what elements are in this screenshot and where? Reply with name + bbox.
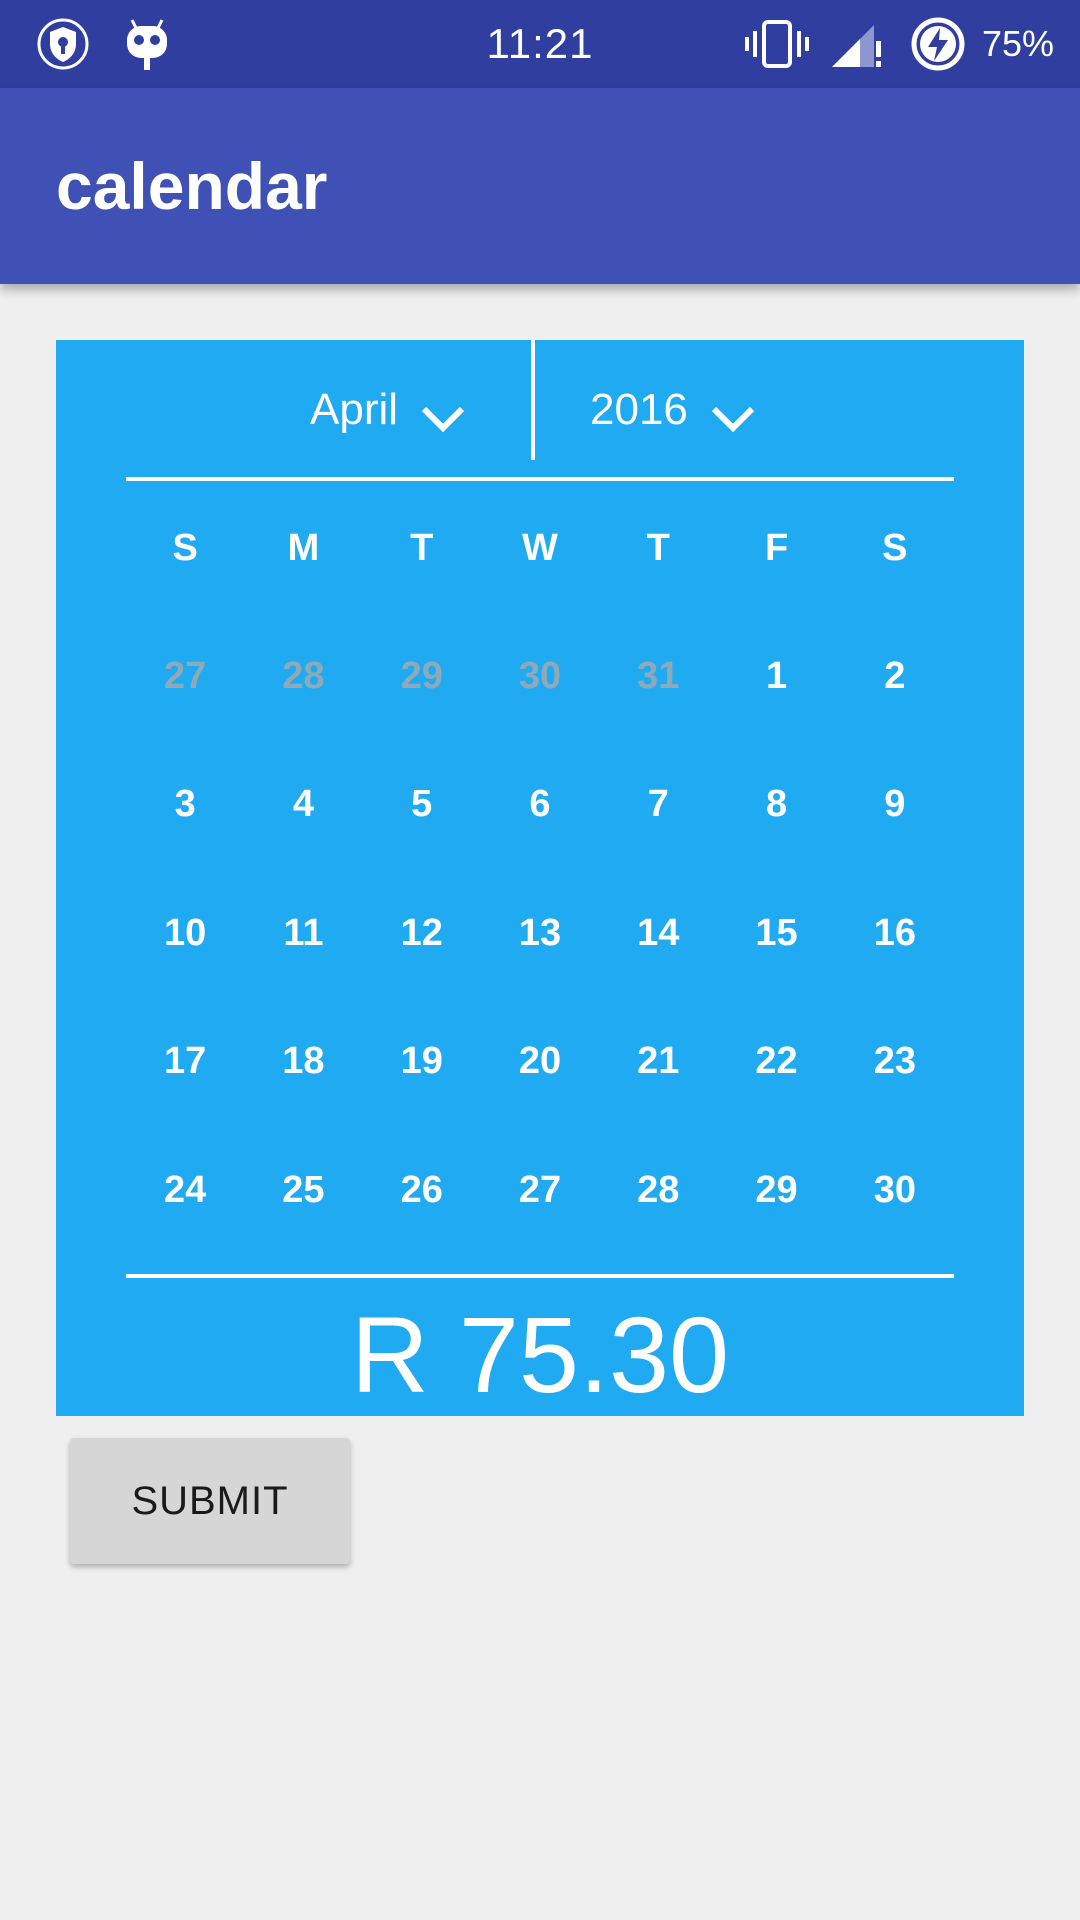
calendar-day-other-month[interactable]: 27 [126, 612, 244, 741]
weekday-label: F [764, 526, 789, 569]
calendar-card: April 2016 SMTWTFS 27 28 29 30 31 1 2 3 4 5 6 7 8 9 10… [56, 340, 1024, 1416]
weekday-label: T [410, 526, 434, 569]
calendar-day[interactable]: 16 [836, 869, 954, 998]
weekday-label: M [287, 526, 320, 569]
chevron-down-icon [420, 395, 466, 433]
chevron-down-icon [710, 395, 756, 433]
calendar-day[interactable]: 12 [363, 869, 481, 998]
weekday-label: S [882, 526, 908, 569]
calendar-day[interactable]: 18 [244, 998, 362, 1127]
calendar-day[interactable]: 14 [599, 869, 717, 998]
calendar-day[interactable]: 30 [836, 1126, 954, 1255]
year-dropdown[interactable]: 2016 [590, 340, 756, 480]
weekday-header-row: SMTWTFS [126, 484, 954, 612]
calendar-day[interactable]: 13 [481, 869, 599, 998]
weekday-label: W [522, 526, 558, 569]
calendar-day[interactable]: 25 [244, 1126, 362, 1255]
weekday-label: T [646, 526, 670, 569]
calendar-day-other-month[interactable]: 29 [363, 612, 481, 741]
calendar-day[interactable]: 23 [836, 998, 954, 1127]
calendar-week-row: 27 28 29 30 31 1 2 [126, 612, 954, 741]
vibrate-icon [744, 0, 810, 88]
calendar-day-other-month[interactable]: 28 [244, 612, 362, 741]
calendar-day-other-month[interactable]: 30 [481, 612, 599, 741]
submit-button[interactable]: SUBMIT [70, 1438, 350, 1564]
signal-icon [830, 0, 884, 88]
month-label: April [310, 385, 399, 434]
app-bar: calendar [0, 88, 1080, 284]
calendar-day[interactable]: 3 [126, 741, 244, 870]
price-display: R 75.30 [350, 1293, 730, 1415]
calendar-day-other-month[interactable]: 31 [599, 612, 717, 741]
calendar-day[interactable]: 24 [126, 1126, 244, 1255]
calendar-day[interactable]: 7 [599, 741, 717, 870]
calendar-day[interactable]: 26 [363, 1126, 481, 1255]
calendar-day[interactable]: 28 [599, 1126, 717, 1255]
price-divider [126, 1274, 954, 1278]
header-underline [126, 477, 954, 481]
header-divider [531, 340, 535, 460]
calendar-week-row: 17 18 19 20 21 22 23 [126, 998, 954, 1127]
calendar-week-row: 10 11 12 13 14 15 16 [126, 869, 954, 998]
month-dropdown[interactable]: April [310, 340, 466, 480]
calendar-day[interactable]: 22 [717, 998, 835, 1127]
calendar-day[interactable]: 2 [836, 612, 954, 741]
calendar-day[interactable]: 5 [363, 741, 481, 870]
calendar-day[interactable]: 27 [481, 1126, 599, 1255]
calendar-header: April 2016 [56, 340, 1024, 480]
calendar-grid: SMTWTFS 27 28 29 30 31 1 2 3 4 5 6 7 8 9 10 11 12 13 14 15 1… [126, 484, 954, 1255]
calendar-day[interactable]: 20 [481, 998, 599, 1127]
status-bar: 11:21 75% [0, 0, 1080, 88]
page-title: calendar [56, 149, 328, 223]
calendar-week-row: 3456789 [126, 741, 954, 870]
calendar-day[interactable]: 8 [717, 741, 835, 870]
calendar-week-row: 24 25 26 27 28 29 30 [126, 1126, 954, 1255]
calendar-day[interactable]: 21 [599, 998, 717, 1127]
battery-charging-icon [910, 0, 966, 88]
battery-percentage: 75% [981, 23, 1054, 64]
calendar-day[interactable]: 29 [717, 1126, 835, 1255]
calendar-day[interactable]: 15 [717, 869, 835, 998]
calendar-day[interactable]: 6 [481, 741, 599, 870]
calendar-day[interactable]: 17 [126, 998, 244, 1127]
year-label: 2016 [590, 385, 688, 434]
weekday-label: S [172, 526, 198, 569]
calendar-day[interactable]: 11 [244, 869, 362, 998]
calendar-day[interactable]: 19 [363, 998, 481, 1127]
calendar-day[interactable]: 4 [244, 741, 362, 870]
calendar-day[interactable]: 9 [836, 741, 954, 870]
calendar-day[interactable]: 10 [126, 869, 244, 998]
calendar-day[interactable]: 1 [717, 612, 835, 741]
